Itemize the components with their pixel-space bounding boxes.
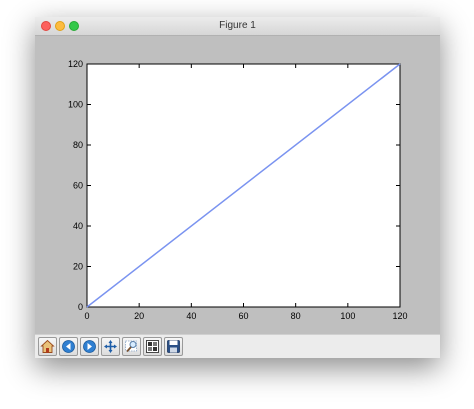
configure-subplots-icon	[146, 340, 159, 353]
x-tick-label: 100	[340, 311, 355, 321]
x-tick-label: 120	[392, 311, 407, 321]
y-tick-label: 120	[68, 59, 83, 69]
x-tick-label: 80	[291, 311, 301, 321]
window-title: Figure 1	[219, 20, 256, 31]
x-tick-label: 0	[84, 311, 89, 321]
pan-icon	[104, 340, 117, 353]
home-icon	[40, 339, 55, 353]
x-tick-label: 60	[238, 311, 248, 321]
configure-subplots-button[interactable]	[143, 337, 162, 356]
zoom-button[interactable]	[122, 337, 141, 356]
line-chart: 0 20 40 60 80 100 120 0 20 40 60 80 100 120	[68, 59, 408, 321]
y-tick-label: 20	[73, 262, 83, 272]
pan-button[interactable]	[101, 337, 120, 356]
y-tick-label: 0	[78, 302, 83, 312]
plot-area: 0 20 40 60 80 100 120 0 20 40 60 80 100 120	[35, 36, 440, 334]
x-tick-label: 40	[186, 311, 196, 321]
forward-icon	[83, 340, 96, 353]
x-tick-label: 20	[134, 311, 144, 321]
figure-window: Figure 1 0 20 40 60 80 100 120 0 20 40 60 80 100 120	[35, 17, 440, 358]
zoom-icon	[125, 340, 137, 353]
y-tick-label: 100	[68, 100, 83, 110]
title-bar: Figure 1	[35, 17, 440, 36]
back-icon	[62, 340, 75, 353]
save-button[interactable]	[164, 337, 183, 356]
y-tick-label: 80	[73, 140, 83, 150]
back-button[interactable]	[59, 337, 78, 356]
save-icon	[167, 340, 180, 353]
y-tick-label: 40	[73, 221, 83, 231]
home-button[interactable]	[38, 337, 57, 356]
y-tick-label: 60	[73, 181, 83, 191]
forward-button[interactable]	[80, 337, 99, 356]
navigation-toolbar	[35, 334, 440, 358]
